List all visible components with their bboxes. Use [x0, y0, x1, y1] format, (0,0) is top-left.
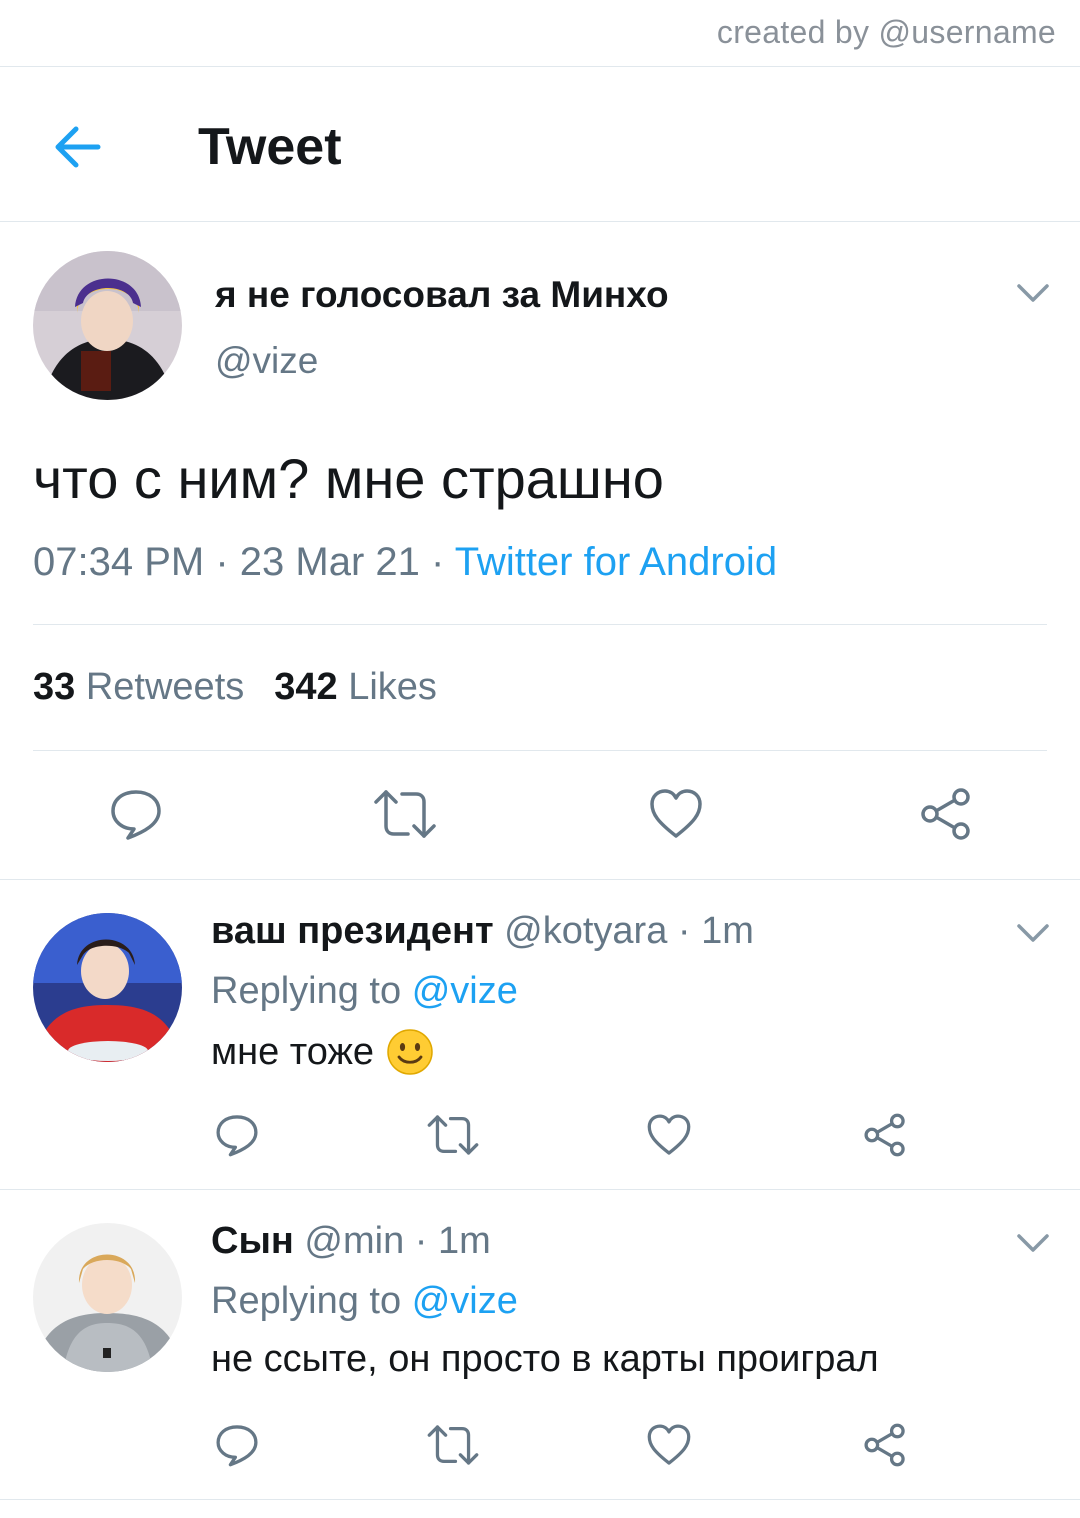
arrow-left-icon [55, 126, 101, 168]
more-options-button[interactable] [1013, 278, 1053, 308]
top-bar: Tweet [0, 67, 1080, 222]
author-name: я не голосовал за Минхо [215, 274, 669, 315]
replying-prefix: Replying to [211, 970, 402, 1012]
avatar[interactable] [33, 913, 182, 1062]
replying-prefix: Replying to [211, 1280, 402, 1322]
reply-author-handle: @kotyara [504, 910, 668, 952]
mention-link[interactable]: @vize [412, 1280, 518, 1322]
reply-text-content: не ссыте, он просто в карты проиграл [211, 1338, 879, 1380]
main-tweet: я не голосовал за Минхо @vize что с ним?… [0, 222, 1080, 880]
retweet-icon [427, 1115, 479, 1155]
reply-tweet[interactable]: ваш президент @kotyara · 1m Replying to … [0, 880, 1080, 1190]
reply-icon [111, 790, 161, 840]
reply-button[interactable] [108, 786, 164, 842]
retweet-button[interactable] [426, 1112, 480, 1158]
tweet-text: что с ним? мне страшно [33, 447, 664, 510]
share-button[interactable] [862, 1422, 908, 1468]
tweet-stats: 33 Retweets 342 Likes [33, 666, 437, 709]
retweet-icon [374, 790, 436, 838]
share-icon [864, 1113, 905, 1157]
retweets-count: 33 [33, 666, 76, 708]
author-handle: @vize [215, 340, 319, 381]
reply-text: не ссыте, он просто в карты проиграл [211, 1338, 879, 1381]
replying-to: Replying to @vize [211, 1280, 518, 1323]
retweets-stat[interactable]: 33 Retweets [33, 666, 244, 708]
reply-time: 1m [701, 910, 754, 952]
credit-bar: created by @username [0, 0, 1080, 67]
chevron-down-icon [1017, 284, 1049, 302]
reply-button[interactable] [214, 1112, 260, 1158]
tweet-meta: 07:34 PM · 23 Mar 21 · Twitter for Andro… [33, 540, 777, 585]
likes-label: Likes [348, 666, 437, 708]
reply-header: Сын @min · 1m [211, 1220, 491, 1262]
divider [33, 624, 1047, 625]
replying-to: Replying to @vize [211, 970, 518, 1013]
more-options-button[interactable] [1013, 1228, 1053, 1258]
share-button[interactable] [862, 1112, 908, 1158]
reply-text-content: мне тоже [211, 1030, 375, 1073]
chevron-down-icon [1017, 1234, 1049, 1252]
tweet-source-link[interactable]: Twitter for Android [455, 540, 777, 584]
reply-author-handle: @min [304, 1220, 405, 1262]
reply-time: 1m [438, 1220, 491, 1262]
retweets-label: Retweets [85, 666, 245, 708]
like-icon [647, 1424, 691, 1465]
divider [33, 750, 1047, 751]
retweet-button[interactable] [426, 1422, 480, 1468]
like-button[interactable] [648, 786, 704, 842]
like-icon [647, 1114, 691, 1155]
share-icon [864, 1423, 905, 1467]
reply-header: ваш президент @kotyara · 1m [211, 910, 754, 952]
reply-icon [216, 1425, 258, 1467]
avatar[interactable] [33, 251, 182, 400]
like-button[interactable] [646, 1112, 692, 1158]
likes-stat[interactable]: 342 Likes [274, 666, 437, 708]
slightly-smiling-face-emoji [386, 1028, 434, 1076]
meta-separator: · [419, 540, 455, 584]
back-button[interactable] [48, 117, 108, 177]
share-icon [921, 788, 970, 840]
retweet-icon [427, 1425, 479, 1465]
tweet-date: 23 Mar 21 [239, 540, 420, 584]
reply-button[interactable] [214, 1422, 260, 1468]
tweet-time: 07:34 PM [33, 540, 205, 584]
more-options-button[interactable] [1013, 918, 1053, 948]
mention-link[interactable]: @vize [412, 970, 518, 1012]
likes-count: 342 [274, 666, 338, 708]
reply-author-name[interactable]: ваш президент [211, 910, 494, 952]
retweet-button[interactable] [372, 786, 438, 842]
reply-tweet[interactable]: Сын @min · 1m Replying to @vize не ссыте… [0, 1190, 1080, 1500]
avatar[interactable] [33, 1223, 182, 1372]
reply-author-name[interactable]: Сын [211, 1220, 294, 1262]
share-button[interactable] [918, 786, 974, 842]
like-icon [650, 789, 702, 838]
like-button[interactable] [646, 1422, 692, 1468]
reply-text: мне тоже [211, 1028, 434, 1076]
chevron-down-icon [1017, 924, 1049, 942]
credit-text: created by @username [716, 14, 1056, 50]
meta-separator: · [204, 540, 240, 584]
reply-icon [216, 1115, 258, 1157]
page-title: Tweet [198, 118, 342, 176]
